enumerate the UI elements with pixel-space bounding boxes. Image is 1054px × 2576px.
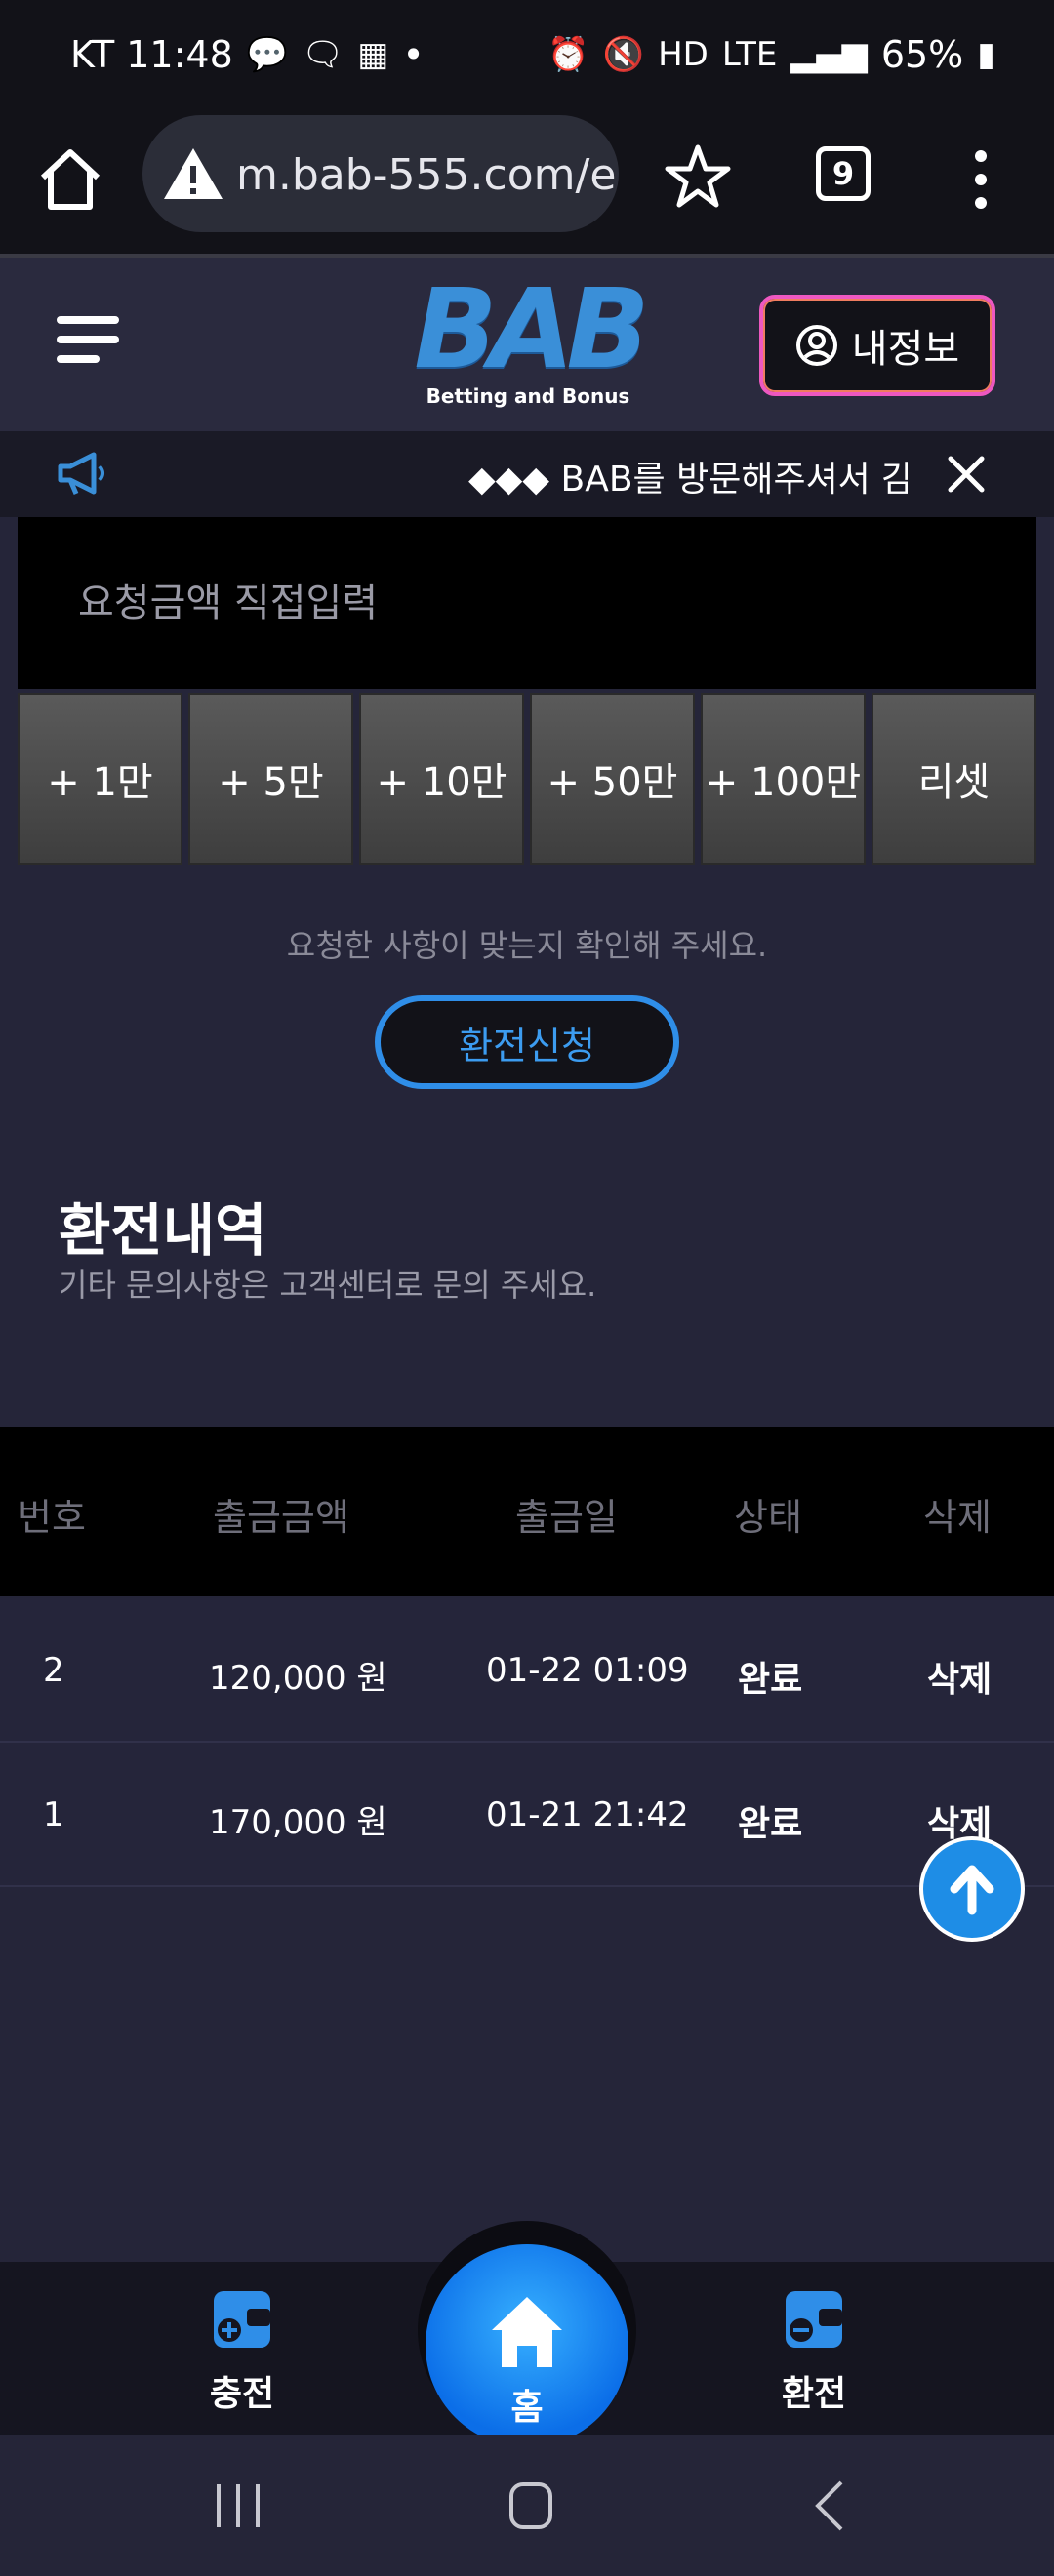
confirm-text: 요청한 사항이 맞는지 확인해 주세요. — [286, 927, 768, 964]
column-header-date: 출금일 — [515, 1496, 618, 1539]
url-text: m.bab-555.com/e — [236, 150, 617, 200]
nav-charge[interactable]: 충전 — [174, 2285, 310, 2416]
logo-main: BAB — [414, 266, 649, 393]
nav-home-button[interactable]: 홈 — [426, 2244, 628, 2447]
android-home-icon[interactable] — [507, 2478, 554, 2533]
status-left: KT 11:48 💬 🗨 ▦ • — [70, 33, 425, 76]
table-row: 2 120,000 원 01-22 01:09 완료 삭제 — [0, 1598, 1054, 1743]
row-amount: 120,000 원 — [209, 1659, 387, 1698]
logo-subtitle: Betting and Bonus — [426, 384, 630, 408]
app-header: BAB Betting and Bonus 내정보 — [0, 258, 1054, 431]
amount-button-row: + 1만 + 5만 + 10만 + 50만 + 100만 리셋 — [18, 693, 1036, 865]
recent-apps-icon[interactable] — [213, 2478, 264, 2533]
row-date: 01-21 21:42 — [486, 1795, 689, 1834]
row-amount: 170,000 원 — [209, 1803, 387, 1842]
amount-input[interactable] — [18, 517, 1036, 689]
nav-exchange[interactable]: 환전 — [746, 2285, 882, 2416]
calendar-icon: ▦ — [357, 35, 389, 74]
column-header-status: 상태 — [734, 1496, 802, 1539]
add-500k-button[interactable]: + 50만 — [530, 693, 695, 865]
lte-icon: LTE — [721, 35, 778, 74]
table-row: 1 170,000 원 01-21 21:42 완료 삭제 — [0, 1743, 1054, 1887]
row-delete-button[interactable]: 삭제 — [927, 1651, 992, 1702]
more-menu-icon[interactable] — [966, 148, 995, 211]
row-status: 완료 — [738, 1804, 803, 1844]
nav-home-label: 홈 — [510, 2388, 544, 2428]
tabs-button[interactable]: 9 — [816, 146, 871, 201]
add-50k-button[interactable]: + 5만 — [188, 693, 353, 865]
alarm-icon: ⏰ — [547, 35, 589, 74]
chat-icon: 💬 — [246, 35, 289, 74]
mute-icon: 🔇 — [602, 35, 645, 74]
browser-bar: m.bab-555.com/e 9 — [0, 115, 1054, 256]
bookmark-star-icon[interactable] — [664, 142, 732, 211]
history-title: 환전내역 — [59, 1197, 267, 1264]
add-10k-button[interactable]: + 1만 — [18, 693, 182, 865]
my-info-label: 내정보 — [851, 327, 960, 372]
nav-exchange-label: 환전 — [781, 2374, 847, 2414]
home-icon — [492, 2297, 562, 2367]
history-subtitle: 기타 문의사항은 고객센터로 문의 주세요. — [59, 1267, 597, 1304]
battery-icon: ▮ — [977, 35, 995, 74]
reset-button[interactable]: 리셋 — [872, 693, 1036, 865]
back-icon[interactable] — [810, 2478, 849, 2533]
arrow-up-icon — [950, 1865, 994, 1915]
table-header: 번호 출금금액 출금일 상태 삭제 — [0, 1427, 1054, 1596]
browser-home-icon[interactable] — [35, 144, 105, 215]
add-1m-button[interactable]: + 100만 — [701, 693, 866, 865]
carrier-time: KT 11:48 — [70, 33, 233, 76]
row-number: 1 — [43, 1795, 64, 1834]
status-right: ⏰ 🔇 HD LTE ▂▄▆ 65% ▮ — [547, 33, 995, 76]
column-header-amount: 출금금액 — [213, 1496, 349, 1539]
column-header-number: 번호 — [18, 1496, 86, 1539]
logo[interactable]: BAB Betting and Bonus — [414, 266, 649, 418]
notice-text: ◆◆◆ BAB를 방문해주셔서 감사 — [468, 460, 908, 500]
nav-charge-label: 충전 — [209, 2374, 275, 2414]
add-100k-button[interactable]: + 10만 — [359, 693, 524, 865]
url-bar[interactable]: m.bab-555.com/e — [142, 115, 619, 232]
row-number: 2 — [43, 1651, 64, 1690]
close-icon[interactable] — [945, 453, 988, 496]
my-info-button[interactable]: 내정보 — [759, 295, 995, 396]
wallet-minus-icon — [786, 2291, 842, 2348]
notice-bar: ◆◆◆ BAB를 방문해주셔서 감사 — [0, 431, 1054, 517]
megaphone-icon — [58, 452, 104, 495]
tab-count: 9 — [831, 155, 855, 192]
hd-icon: HD — [658, 35, 709, 74]
row-status: 완료 — [738, 1660, 803, 1700]
row-date: 01-22 01:09 — [486, 1651, 689, 1690]
status-bar: KT 11:48 💬 🗨 ▦ • ⏰ 🔇 HD LTE ▂▄▆ 65% ▮ — [0, 0, 1054, 115]
warning-icon — [164, 148, 223, 199]
column-header-delete: 삭제 — [923, 1496, 992, 1539]
signal-icon: ▂▄▆ — [790, 35, 868, 74]
talk-icon: 🗨 — [302, 35, 345, 74]
status-dot: • — [402, 33, 425, 76]
exchange-request-button[interactable]: 환전신청 — [375, 995, 679, 1089]
user-icon — [795, 325, 837, 366]
scroll-to-top-button[interactable] — [919, 1836, 1025, 1942]
android-nav-bar — [0, 2435, 1054, 2576]
wallet-plus-icon — [214, 2291, 270, 2348]
hamburger-menu-icon[interactable] — [57, 316, 119, 371]
battery-percent: 65% — [880, 33, 964, 76]
